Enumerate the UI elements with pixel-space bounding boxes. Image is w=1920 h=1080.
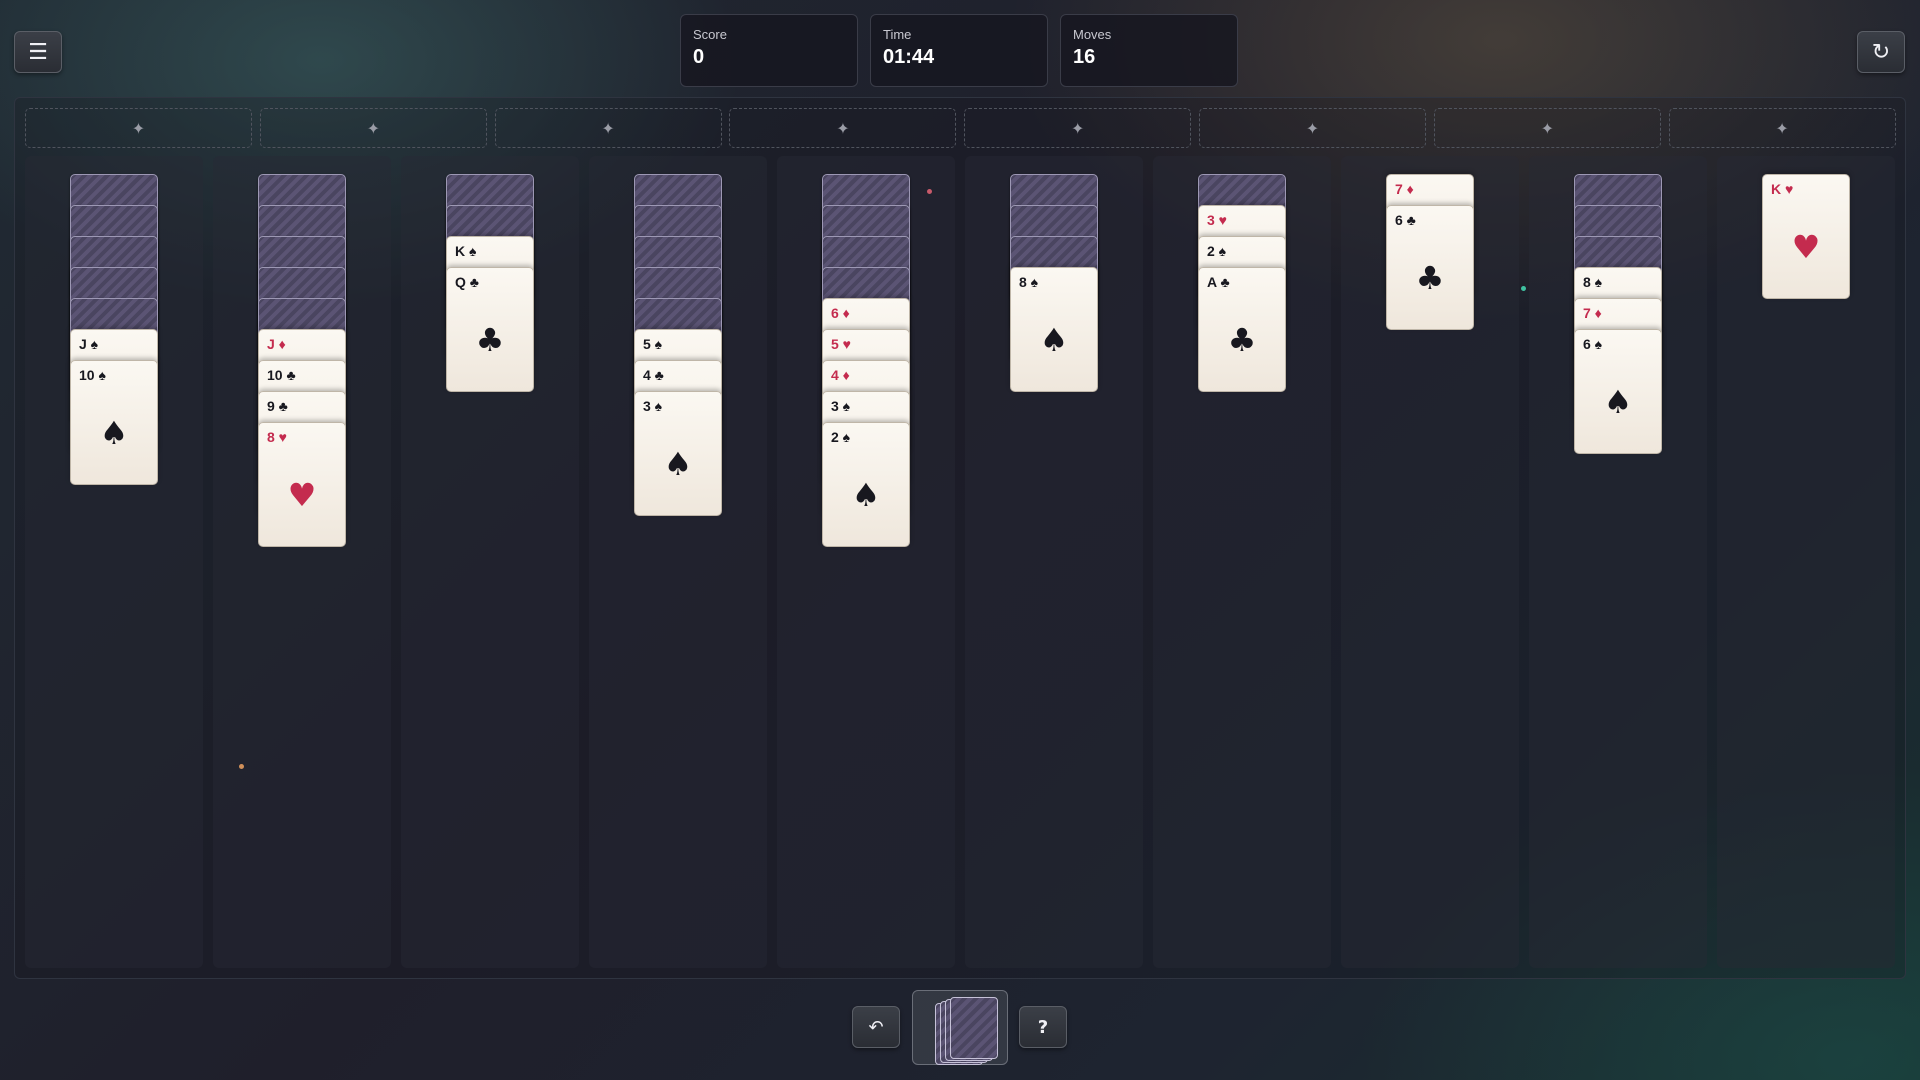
tableau-column[interactable]: 5 ♠ 4 ♣ 3 ♠ ♠ (589, 156, 767, 968)
score-label: Score (693, 27, 727, 42)
tableau-column[interactable]: 6 ♦ 5 ♥ 4 ♦ 3 ♠ 2 ♠ ♠ (777, 156, 955, 968)
sparkle-icon: ✦ (1070, 118, 1085, 138)
tableau-column[interactable]: J ♦ 10 ♣ 9 ♣ 8 ♥ ♥ (213, 156, 391, 968)
restart-icon: ↻ (1871, 39, 1891, 65)
tableau-column[interactable]: K ♠ Q ♣ ♣ (401, 156, 579, 968)
suit-icon: ♠ (851, 476, 881, 514)
particle-dot (1521, 286, 1526, 291)
card-face-up[interactable]: 10 ♠ ♠ (70, 360, 158, 485)
tableau-column[interactable]: 3 ♥ 2 ♠ A ♣ ♣ (1153, 156, 1331, 968)
card-face-up[interactable]: 8 ♠ ♠ (1010, 267, 1098, 392)
card-face-up[interactable]: Q ♣ ♣ (446, 267, 534, 392)
particle-dot (927, 189, 932, 194)
foundation-slot[interactable]: ✦ (729, 108, 957, 148)
sparkle-icon: ✦ (836, 118, 850, 138)
card-rank-suit: A ♣ (1207, 274, 1230, 290)
suit-icon: ♠ (663, 445, 693, 483)
card-rank-suit: 2 ♠ (1207, 243, 1227, 259)
stock-pile[interactable] (912, 990, 1008, 1065)
card-rank-suit: 6 ♠ (1583, 336, 1603, 352)
hint-button[interactable]: ? (1019, 1006, 1067, 1048)
card-face-up[interactable]: 3 ♠ ♠ (634, 391, 722, 516)
card-face-up[interactable]: 2 ♠ ♠ (822, 422, 910, 547)
card-rank-suit: 6 ♦ (831, 305, 850, 321)
suit-icon: ♠ (99, 414, 129, 452)
card-rank-suit: K ♥ (1771, 181, 1794, 197)
card-face-up[interactable]: A ♣ ♣ (1198, 267, 1286, 392)
card-rank-suit: J ♠ (79, 336, 99, 352)
suit-icon: ♣ (475, 321, 505, 359)
card-rank-suit: 7 ♦ (1583, 305, 1602, 321)
sparkle-icon: ✦ (366, 118, 380, 138)
hint-label: ? (1037, 1016, 1049, 1038)
foundation-slot[interactable]: ✦ (1668, 108, 1896, 148)
moves-label: Moves (1073, 27, 1112, 42)
card-rank-suit: 10 ♠ (79, 367, 106, 383)
suit-icon: ♥ (287, 476, 317, 514)
card-face-up[interactable]: 6 ♠ ♠ (1574, 329, 1662, 454)
card-face-up[interactable]: K ♥ ♥ (1762, 174, 1850, 299)
restart-button[interactable]: ↻ (1857, 31, 1905, 73)
tableau-column[interactable]: 8 ♠ 7 ♦ 6 ♠ ♠ (1529, 156, 1707, 968)
sparkle-icon: ✦ (1540, 118, 1554, 138)
foundation-slot[interactable]: ✦ (1433, 108, 1661, 148)
particle-dot (239, 764, 244, 769)
card-rank-suit: 4 ♦ (831, 367, 850, 383)
suit-icon: ♠ (1603, 383, 1633, 421)
card-rank-suit: 3 ♠ (643, 398, 663, 414)
time-panel: Time 01:44 (870, 14, 1048, 87)
tableau-column[interactable]: 7 ♦ 6 ♣ ♣ (1341, 156, 1519, 968)
undo-button[interactable]: ↶ (852, 1006, 900, 1048)
card-rank-suit: Q ♣ (455, 274, 479, 290)
card-rank-suit: 6 ♣ (1395, 212, 1416, 228)
sparkle-icon: ✦ (1775, 118, 1789, 138)
card-rank-suit: 8 ♠ (1583, 274, 1603, 290)
stock-card (950, 997, 998, 1059)
foundation-slot[interactable]: ✦ (25, 108, 252, 148)
card-rank-suit: 10 ♣ (267, 367, 296, 383)
suit-icon: ♥ (1791, 228, 1821, 266)
card-rank-suit: 2 ♠ (831, 429, 851, 445)
time-value: 01:44 (883, 46, 935, 68)
card-rank-suit: 9 ♣ (267, 398, 288, 414)
tableau-column[interactable]: K ♥ ♥ (1717, 156, 1895, 968)
sparkle-icon: ✦ (1305, 118, 1320, 138)
undo-icon: ↶ (868, 1016, 884, 1038)
moves-value: 16 (1073, 46, 1096, 68)
tableau-column[interactable]: J ♠ 10 ♠ ♠ (25, 156, 203, 968)
card-face-up[interactable]: 8 ♥ ♥ (258, 422, 346, 547)
suit-icon: ♠ (1039, 321, 1069, 359)
foundation-slot[interactable]: ✦ (964, 108, 1192, 148)
card-face-up[interactable]: 6 ♣ ♣ (1386, 205, 1474, 330)
foundation-slot[interactable]: ✦ (494, 108, 722, 148)
score-panel: Score 0 (680, 14, 858, 87)
card-rank-suit: K ♠ (455, 243, 477, 259)
hamburger-icon: ☰ (28, 39, 48, 65)
card-rank-suit: 5 ♠ (643, 336, 663, 352)
moves-panel: Moves 16 (1060, 14, 1238, 87)
score-value: 0 (693, 46, 705, 68)
sparkle-icon: ✦ (601, 118, 615, 138)
card-rank-suit: 8 ♥ (267, 429, 287, 445)
card-rank-suit: J ♦ (267, 336, 286, 352)
card-rank-suit: 3 ♠ (831, 398, 851, 414)
sparkle-icon: ✦ (131, 118, 146, 138)
card-rank-suit: 4 ♣ (643, 367, 664, 383)
card-rank-suit: 8 ♠ (1019, 274, 1039, 290)
card-rank-suit: 5 ♥ (831, 336, 851, 352)
card-rank-suit: 3 ♥ (1207, 212, 1227, 228)
card-rank-suit: 7 ♦ (1395, 181, 1414, 197)
menu-button[interactable]: ☰ (14, 31, 62, 73)
suit-icon: ♣ (1227, 321, 1257, 359)
time-label: Time (883, 27, 912, 42)
foundation-slot[interactable]: ✦ (1199, 108, 1426, 148)
suit-icon: ♣ (1415, 259, 1445, 297)
foundation-slot[interactable]: ✦ (259, 108, 487, 148)
tableau-column[interactable]: 8 ♠ ♠ (965, 156, 1143, 968)
